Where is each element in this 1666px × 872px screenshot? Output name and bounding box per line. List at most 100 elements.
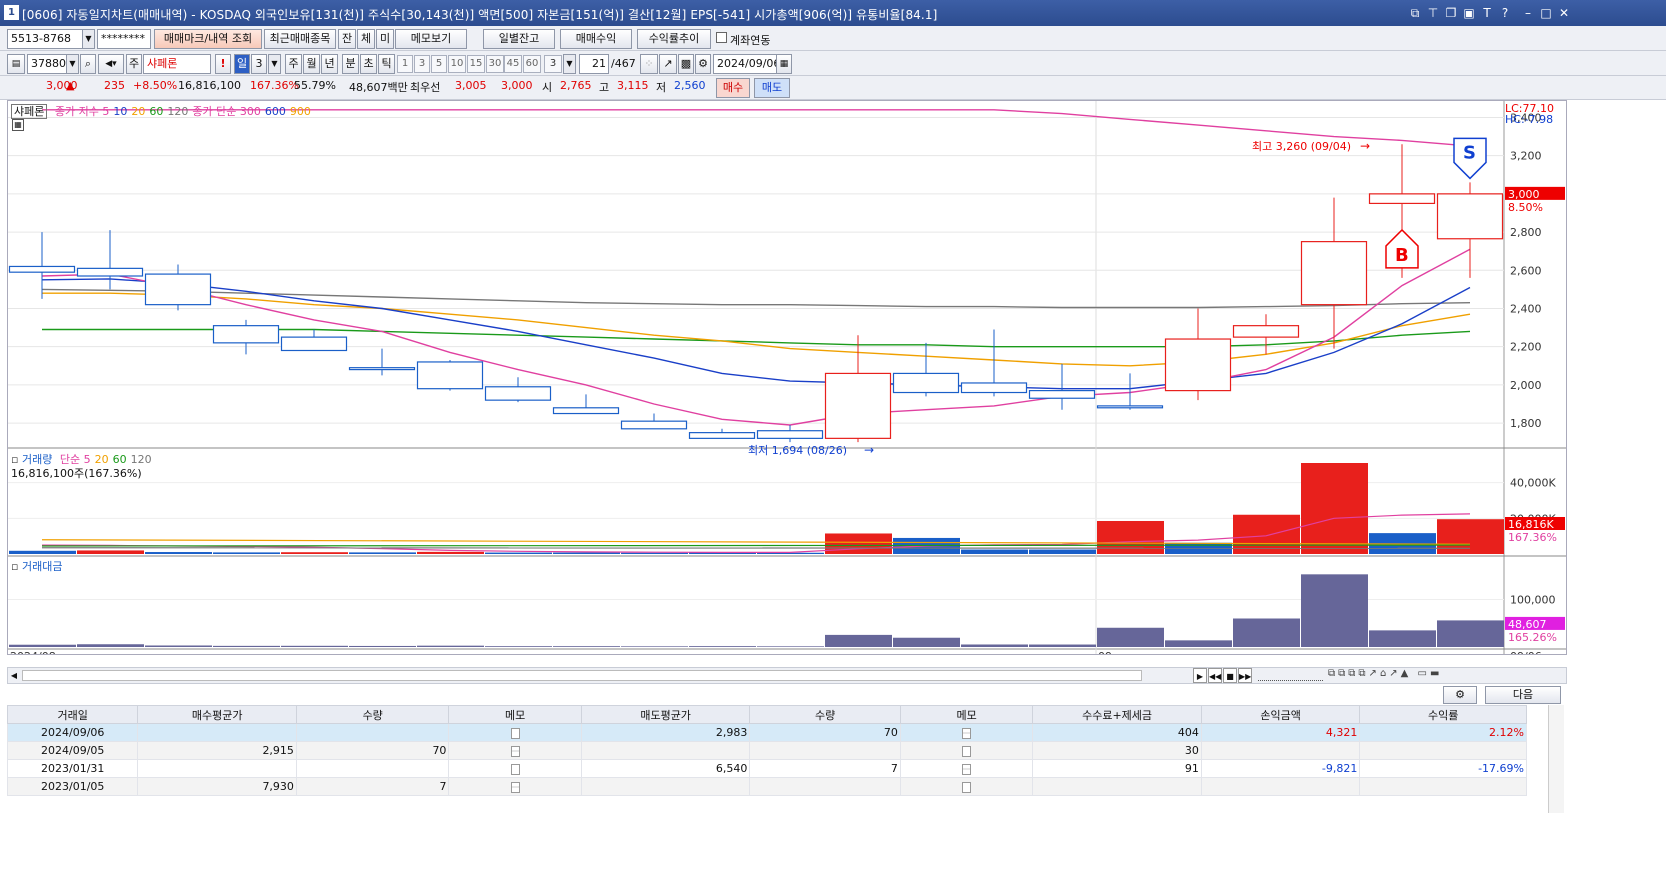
stock-name-field[interactable]: 샤페론 [143, 54, 211, 74]
fast-forward-icon[interactable]: ▶▶ [1238, 668, 1252, 683]
count-value[interactable]: 3 [544, 55, 562, 73]
column-header[interactable]: 메모 [448, 705, 582, 724]
period-week-button[interactable]: 주 [285, 54, 302, 74]
period-month-button[interactable]: 월 [303, 54, 320, 74]
close-icon[interactable]: ✕ [1556, 5, 1572, 21]
memo-cell[interactable] [448, 759, 582, 778]
column-header[interactable]: 수익률 [1359, 705, 1527, 724]
bottom-settings-icon[interactable]: ⚙ [1443, 686, 1477, 704]
font-icon[interactable]: T [1479, 5, 1495, 21]
pin-icon[interactable]: ⊤ [1425, 5, 1441, 21]
stock-code-input[interactable]: 378800 [27, 54, 67, 74]
maximize-icon[interactable]: □ [1538, 5, 1554, 21]
horizontal-scrollbar[interactable] [22, 670, 1142, 681]
memo-cell[interactable] [448, 777, 582, 796]
memo-cell[interactable] [448, 723, 582, 742]
table-toggle-icon[interactable]: ▦ [12, 119, 24, 131]
unexecuted-button[interactable]: 미 [376, 29, 394, 49]
minute-1-button[interactable]: 1 [397, 55, 413, 73]
column-header[interactable]: 수량 [749, 705, 901, 724]
column-header[interactable]: 매수평균가 [137, 705, 297, 724]
profit-trend-button[interactable]: 수익률추이 [637, 29, 711, 49]
memo-icon[interactable] [510, 727, 520, 739]
column-header[interactable]: 손익금액 [1200, 705, 1361, 724]
minute-10-button[interactable]: 10 [448, 55, 466, 73]
account-link-checkbox[interactable] [716, 32, 727, 43]
memo-icon[interactable] [510, 745, 520, 757]
calendar-icon[interactable]: ▦ [776, 54, 792, 74]
account-dropdown-icon[interactable]: ▼ [82, 29, 95, 49]
account-input[interactable]: 5513-8768 [7, 29, 83, 49]
next-page-button[interactable]: 다음 [1485, 686, 1561, 704]
link-icon[interactable]: ⧉ [1407, 5, 1423, 21]
chart-svg[interactable]: 1,800 2,000 2,200 2,400 2,600 2,800 3,000 3,200… [8, 101, 1566, 663]
period-multiplier-value[interactable]: 3 [251, 54, 267, 74]
column-header[interactable]: 메모 [899, 705, 1034, 724]
scroll-left-icon[interactable]: ◀ [8, 668, 20, 683]
period-second-button[interactable]: 초 [360, 54, 377, 74]
rewind-icon[interactable]: ◀◀ [1208, 668, 1222, 683]
minute-15-button[interactable]: 15 [467, 55, 485, 73]
buy-button[interactable]: 매수 [716, 78, 750, 98]
restore-small-icon[interactable]: ❐ [1443, 5, 1459, 21]
count-dropdown-icon[interactable]: ▼ [563, 54, 576, 74]
grid-icon[interactable]: ⁘ [640, 54, 658, 74]
memo-cell[interactable] [448, 741, 582, 760]
table-row[interactable]: 2023/01/05 7,930 7 [6, 777, 1527, 796]
code-dropdown-icon[interactable]: ▼ [66, 54, 79, 74]
minute-60-button[interactable]: 60 [523, 55, 541, 73]
memo-icon[interactable] [510, 763, 520, 775]
zoom-slider[interactable] [1258, 670, 1323, 681]
display-count-input[interactable]: 21 [579, 54, 609, 74]
balance-button[interactable]: 잔 [338, 29, 356, 49]
period-minute-button[interactable]: 분 [342, 54, 359, 74]
minute-30-button[interactable]: 30 [486, 55, 504, 73]
help-icon[interactable]: ? [1497, 5, 1513, 21]
memo-icon[interactable] [510, 781, 520, 793]
gear-icon[interactable]: ⚙ [695, 54, 711, 74]
recent-trade-button[interactable]: 최근매매종목 [264, 29, 336, 49]
trade-profit-button[interactable]: 매매수익 [560, 29, 632, 49]
column-header[interactable]: 매도평균가 [580, 705, 751, 724]
executed-button[interactable]: 체 [357, 29, 375, 49]
memo-cell[interactable] [899, 723, 1034, 742]
search-icon[interactable]: ⌕ [80, 54, 96, 74]
layout-icon[interactable]: ▣ [1461, 5, 1477, 21]
table-row[interactable]: 2024/09/06 2,983 70 404 4,321 2.12% [6, 723, 1527, 742]
memo-icon[interactable] [962, 763, 972, 775]
period-multiplier-dropdown-icon[interactable]: ▼ [268, 54, 281, 74]
password-input[interactable]: ******** [97, 29, 151, 49]
sell-button[interactable]: 매도 [754, 78, 790, 98]
next-icon[interactable]: ▶ [1193, 668, 1207, 683]
memo-icon[interactable] [962, 781, 972, 793]
memo-icon[interactable] [962, 727, 972, 739]
memo-view-button[interactable]: 메모보기 [395, 29, 467, 49]
chart-settings-icon[interactable]: ▤ [7, 54, 25, 74]
cursor-icon[interactable]: ↗ [659, 54, 677, 74]
column-header[interactable]: 수수료+제세금 [1032, 705, 1202, 724]
table-row[interactable]: 2024/09/05 2,915 70 30 [6, 741, 1527, 760]
chart-tools-icons[interactable]: ⧉⧉⧉⧉↗⌂↗▲ ▭▬ [1328, 668, 1568, 683]
memo-icon[interactable] [962, 745, 972, 757]
sound-icon[interactable]: ◀▾ [98, 54, 124, 74]
minute-5-button[interactable]: 5 [431, 55, 447, 73]
minimize-icon[interactable]: – [1520, 5, 1536, 21]
save-icon[interactable]: ▩ [678, 54, 694, 74]
period-day-button[interactable]: 일 [234, 54, 250, 74]
column-header[interactable]: 수량 [295, 705, 450, 724]
minute-3-button[interactable]: 3 [414, 55, 430, 73]
vertical-scrollbar[interactable] [1548, 705, 1564, 813]
memo-cell[interactable] [899, 777, 1034, 796]
daily-balance-button[interactable]: 일별잔고 [483, 29, 555, 49]
column-header[interactable]: 거래일 [6, 705, 139, 724]
stop-icon[interactable]: ■ [1223, 668, 1237, 683]
memo-cell[interactable] [899, 741, 1034, 760]
memo-cell[interactable] [899, 759, 1034, 778]
trade-mark-query-button[interactable]: 매매마크/내역 조회 [154, 29, 262, 49]
date-input[interactable]: 2024/09/06 [713, 54, 777, 74]
period-tick-button[interactable]: 틱 [378, 54, 395, 74]
period-year-button[interactable]: 년 [321, 54, 338, 74]
minute-45-button[interactable]: 45 [504, 55, 522, 73]
table-row[interactable]: 2023/01/31 6,540 7 91 -9,821 -17.69% [6, 759, 1527, 778]
chart-area[interactable]: 1,800 2,000 2,200 2,400 2,600 2,800 3,000 3,200… [7, 100, 1567, 663]
